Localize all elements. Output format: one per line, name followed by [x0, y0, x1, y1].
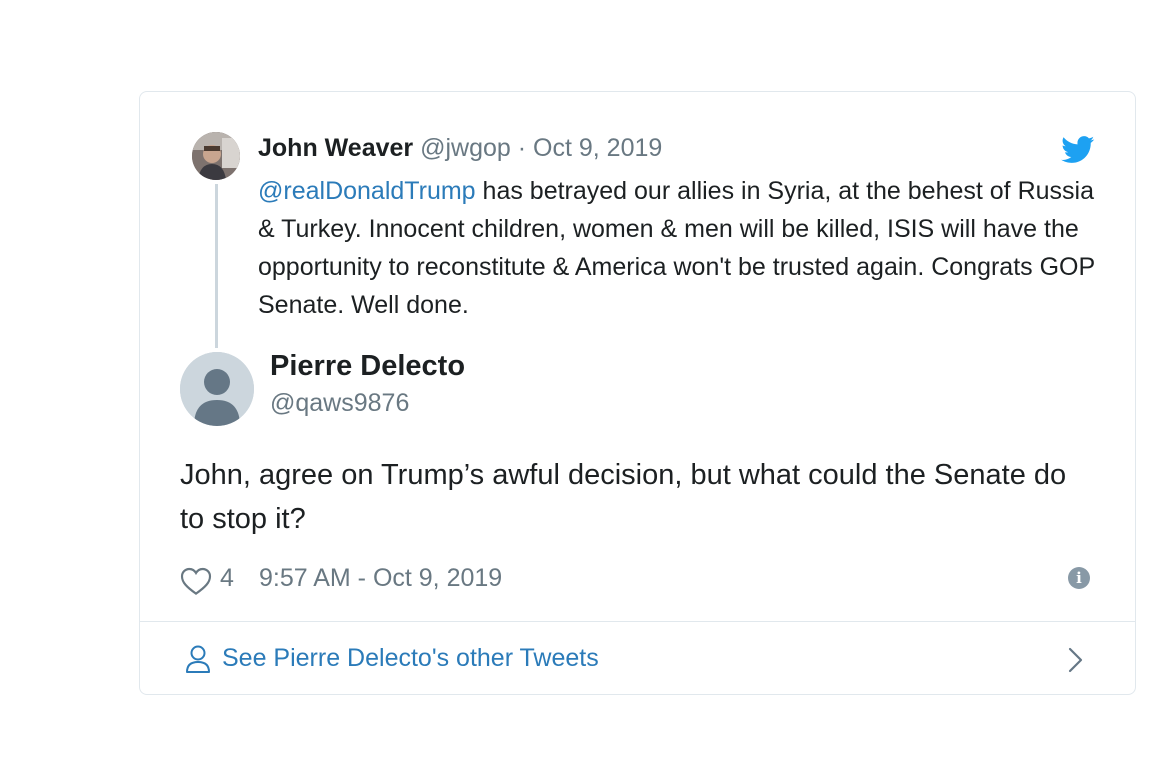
see-other-tweets-link[interactable]: See Pierre Delecto's other Tweets	[140, 622, 1135, 694]
reply-author-name[interactable]: Pierre Delecto	[270, 350, 465, 383]
quoted-tweet-text: @realDonaldTrump has betrayed our allies…	[258, 172, 1098, 324]
reply-tweet-text: John, agree on Trump’s awful decision, b…	[180, 459, 1067, 535]
heart-icon[interactable]	[180, 566, 212, 596]
reply-author-handle[interactable]: @qaws9876	[270, 389, 409, 418]
pierre-delecto-avatar[interactable]	[180, 352, 254, 426]
mention-link[interactable]: @realDonaldTrump	[258, 177, 476, 205]
like-count[interactable]: 4	[220, 564, 234, 593]
quoted-tweet-date[interactable]: Oct 9, 2019	[533, 134, 662, 162]
quoted-author-handle[interactable]: @jwgop	[420, 134, 511, 162]
twitter-bird-icon[interactable]	[1061, 136, 1095, 164]
see-other-tweets-label[interactable]: See Pierre Delecto's other Tweets	[222, 644, 599, 673]
john-weaver-avatar[interactable]	[192, 132, 240, 180]
embedded-tweet-card: John Weaver @jwgop · Oct 9, 2019 @realDo…	[139, 91, 1136, 695]
chevron-right-icon[interactable]	[1067, 646, 1085, 674]
quoted-tweet-header: John Weaver @jwgop · Oct 9, 2019	[258, 134, 662, 163]
person-icon	[184, 644, 212, 674]
info-icon[interactable]	[1068, 567, 1090, 589]
tweet-timestamp[interactable]: 9:57 AM - Oct 9, 2019	[259, 564, 502, 593]
quoted-author-name[interactable]: John Weaver	[258, 134, 413, 162]
header-separator: ·	[517, 134, 527, 162]
thread-connector-line	[215, 184, 218, 348]
